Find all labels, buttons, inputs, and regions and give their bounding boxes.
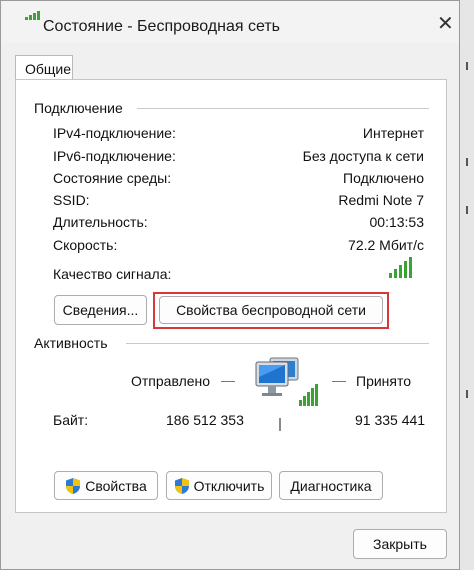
media-state-value: Подключено bbox=[343, 170, 424, 186]
ssid-value: Redmi Note 7 bbox=[338, 192, 424, 208]
sent-dash bbox=[221, 381, 235, 382]
sent-label: Отправлено bbox=[131, 373, 211, 389]
tab-strip: Общие bbox=[1, 55, 459, 80]
ssid-label: SSID: bbox=[53, 192, 90, 208]
title-bar: Состояние - Беспроводная сеть ✕ bbox=[1, 1, 459, 43]
properties-button[interactable]: Свойства bbox=[54, 471, 158, 500]
close-button-label: Закрыть bbox=[373, 536, 427, 552]
speed-label: Скорость: bbox=[53, 237, 118, 253]
received-bytes-value: 91 335 441 bbox=[355, 412, 426, 428]
network-status-window: Состояние - Беспроводная сеть ✕ Общие По… bbox=[0, 0, 460, 570]
duration-value: 00:13:53 bbox=[369, 214, 425, 230]
bytes-label: Байт: bbox=[53, 412, 89, 428]
disable-button-label: Отключить bbox=[193, 477, 265, 494]
network-computers-icon bbox=[255, 357, 318, 406]
shield-icon bbox=[174, 477, 189, 494]
close-icon[interactable]: ✕ bbox=[437, 14, 454, 34]
activity-divider bbox=[126, 343, 429, 344]
connection-divider bbox=[137, 108, 429, 109]
close-button[interactable]: Закрыть bbox=[353, 529, 447, 559]
speed-value: 72.2 Мбит/с bbox=[348, 237, 424, 253]
media-state-label: Состояние среды: bbox=[53, 170, 172, 186]
connection-heading: Подключение bbox=[34, 100, 123, 116]
duration-label: Длительность: bbox=[53, 214, 148, 230]
details-button-label: Сведения... bbox=[62, 302, 139, 318]
activity-separator bbox=[279, 418, 281, 431]
ipv4-label: IPv4-подключение: bbox=[53, 125, 176, 141]
ipv6-value: Без доступа к сети bbox=[302, 148, 424, 164]
highlight-box bbox=[153, 292, 389, 329]
sent-bytes-value: 186 512 353 bbox=[166, 412, 244, 428]
details-button[interactable]: Сведения... bbox=[54, 295, 147, 325]
ipv6-label: IPv6-подключение: bbox=[53, 148, 176, 164]
activity-heading: Активность bbox=[34, 335, 108, 351]
ipv4-value: Интернет bbox=[362, 125, 424, 141]
signal-quality-icon bbox=[389, 257, 413, 278]
window-title: Состояние - Беспроводная сеть bbox=[43, 18, 280, 35]
received-dash bbox=[332, 381, 346, 382]
background-window-edge bbox=[460, 0, 474, 570]
diagnose-button-label: Диагностика bbox=[290, 477, 372, 494]
diagnose-button[interactable]: Диагностика bbox=[279, 471, 383, 500]
properties-button-label: Свойства bbox=[85, 477, 147, 494]
general-panel: Подключение IPv4-подключение: Интернет I… bbox=[15, 79, 447, 513]
tab-general[interactable]: Общие bbox=[15, 55, 73, 80]
received-label: Принято bbox=[356, 373, 412, 389]
shield-icon bbox=[66, 477, 81, 494]
signal-quality-label: Качество сигнала: bbox=[53, 266, 172, 282]
disable-button[interactable]: Отключить bbox=[166, 471, 272, 500]
